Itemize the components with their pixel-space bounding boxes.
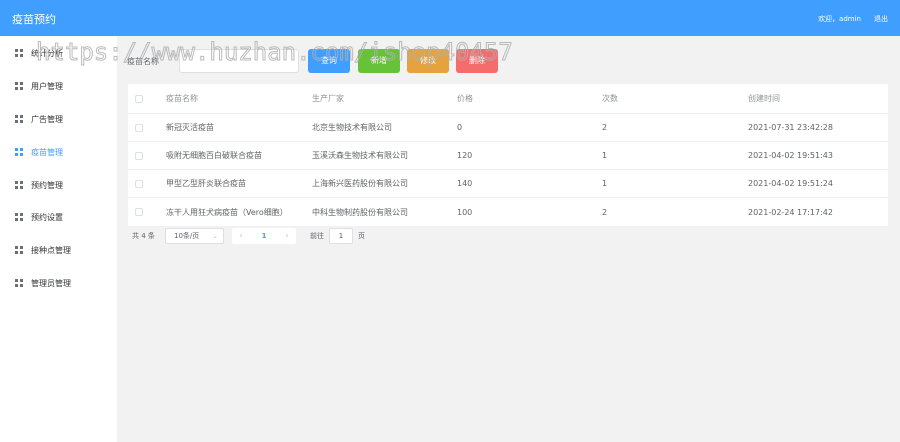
- row-checkbox[interactable]: [135, 179, 143, 188]
- count-cell: 2: [602, 123, 608, 132]
- row-checkbox[interactable]: [135, 208, 143, 216]
- grid-icon: [15, 181, 23, 189]
- price-cell: 120: [457, 151, 473, 160]
- maker-cell: 中科生物制药股份有限公司: [312, 207, 408, 217]
- column-header: 生产厂家: [312, 94, 344, 103]
- sidebar-item-appointments[interactable]: 预约管理: [0, 174, 117, 196]
- vaccine-name-cell: 冻干人用狂犬病疫苗（Vero细胞）: [166, 207, 288, 217]
- sidebar-item-admins[interactable]: 管理员管理: [0, 272, 117, 294]
- delete-button[interactable]: 删除: [456, 49, 498, 73]
- page-unit-label: 页: [358, 232, 365, 240]
- count-cell: 2: [602, 207, 608, 217]
- sidebar-item-label: 预约管理: [31, 180, 63, 190]
- grid-icon: [15, 115, 23, 123]
- table-row[interactable]: 新冠灭活疫苗 北京生物技术有限公司 0 2 2021-07-31 23:42:2…: [128, 114, 888, 142]
- row-checkbox[interactable]: [135, 123, 143, 132]
- count-cell: 1: [602, 179, 608, 188]
- prev-page-icon[interactable]: ‹: [234, 228, 248, 244]
- sidebar-item-ads[interactable]: 广告管理: [0, 108, 117, 130]
- created-time-cell: 2021-04-02 19:51:43: [748, 151, 833, 160]
- page-number[interactable]: 1: [256, 228, 272, 244]
- sidebar-item-sites[interactable]: 接种点管理: [0, 239, 117, 261]
- grid-icon: [15, 246, 23, 254]
- column-header: 疫苗名称: [166, 94, 198, 103]
- table-row[interactable]: 甲型乙型肝炎联合疫苗 上海新兴医药股份有限公司 140 1 2021-04-02…: [128, 170, 888, 198]
- price-cell: 140: [457, 179, 473, 188]
- goto-page-input[interactable]: 1: [329, 228, 353, 244]
- sidebar-item-statistics[interactable]: 统计分析: [0, 42, 117, 64]
- maker-cell: 北京生物技术有限公司: [312, 123, 392, 132]
- sidebar-item-label: 接种点管理: [31, 245, 71, 255]
- vaccine-name-input[interactable]: [179, 49, 299, 73]
- table-row[interactable]: 吸附无细胞百白破联合疫苗 玉溪沃森生物技术有限公司 120 1 2021-04-…: [128, 142, 888, 170]
- count-cell: 1: [602, 151, 608, 160]
- edit-button[interactable]: 修改: [407, 49, 449, 73]
- total-count: 共 4 条: [132, 232, 155, 240]
- select-all-checkbox[interactable]: [135, 94, 143, 103]
- sidebar-item-label: 统计分析: [31, 48, 63, 58]
- search-bar: 疫苗名称 查询 新增 修改 删除: [127, 49, 897, 73]
- welcome-text: 欢迎，admin: [818, 15, 861, 23]
- sidebar-item-label: 疫苗管理: [31, 147, 63, 157]
- query-button[interactable]: 查询: [308, 49, 350, 73]
- pagination: 共 4 条 10条/页 ⌄ ‹ 1 › 前往 1 页: [132, 228, 532, 244]
- sidebar-item-label: 预约设置: [31, 212, 63, 222]
- maker-cell: 玉溪沃森生物技术有限公司: [312, 151, 408, 160]
- column-header: 创建时间: [748, 94, 780, 103]
- column-header: 次数: [602, 94, 618, 103]
- add-button[interactable]: 新增: [358, 49, 400, 73]
- search-label: 疫苗名称: [127, 57, 159, 66]
- chevron-down-icon: ⌄: [212, 232, 218, 240]
- maker-cell: 上海新兴医药股份有限公司: [312, 179, 408, 188]
- sidebar-item-users[interactable]: 用户管理: [0, 75, 117, 97]
- goto-label: 前往: [310, 232, 324, 240]
- created-time-cell: 2021-02-24 17:17:42: [748, 207, 833, 217]
- sidebar: 统计分析 用户管理 广告管理 疫苗管理 预约管理 预约设置 接种点管理 管理员管…: [0, 36, 117, 442]
- price-cell: 0: [457, 123, 463, 132]
- grid-icon: [15, 279, 23, 287]
- page-size-select[interactable]: 10条/页 ⌄: [165, 228, 224, 244]
- vaccine-name-cell: 吸附无细胞百白破联合疫苗: [166, 151, 262, 160]
- created-time-cell: 2021-04-02 19:51:24: [748, 179, 833, 188]
- table-header: 疫苗名称 生产厂家 价格 次数 创建时间: [128, 84, 888, 114]
- grid-icon: [15, 148, 23, 156]
- created-time-cell: 2021-07-31 23:42:28: [748, 123, 833, 132]
- sidebar-item-label: 广告管理: [31, 114, 63, 124]
- logout-link[interactable]: 退出: [874, 14, 888, 24]
- vaccine-name-cell: 新冠灭活疫苗: [166, 123, 214, 132]
- grid-icon: [15, 213, 23, 221]
- vaccine-name-cell: 甲型乙型肝炎联合疫苗: [166, 179, 246, 188]
- sidebar-item-label: 管理员管理: [31, 278, 71, 288]
- grid-icon: [15, 49, 23, 57]
- sidebar-item-label: 用户管理: [31, 81, 63, 91]
- next-page-icon[interactable]: ›: [280, 228, 294, 244]
- vaccine-table: 疫苗名称 生产厂家 价格 次数 创建时间 新冠灭活疫苗 北京生物技术有限公司 0…: [128, 84, 888, 226]
- page-size-value: 10条/页: [174, 232, 200, 240]
- main-content: 疫苗名称 查询 新增 修改 删除 疫苗名称 生产厂家 价格 次数 创建时间 新冠…: [117, 36, 900, 442]
- price-cell: 100: [457, 207, 473, 217]
- page-nav: ‹ 1 ›: [232, 228, 296, 244]
- row-checkbox[interactable]: [135, 151, 143, 160]
- grid-icon: [15, 82, 23, 90]
- sidebar-item-vaccines[interactable]: 疫苗管理: [0, 141, 117, 163]
- sidebar-item-appointment-settings[interactable]: 预约设置: [0, 206, 117, 228]
- table-row[interactable]: 冻干人用狂犬病疫苗（Vero细胞） 中科生物制药股份有限公司 100 2 202…: [128, 198, 888, 226]
- top-bar: 疫苗预约 欢迎，admin 退出: [0, 0, 900, 36]
- column-header: 价格: [457, 94, 473, 103]
- app-title: 疫苗预约: [12, 13, 56, 26]
